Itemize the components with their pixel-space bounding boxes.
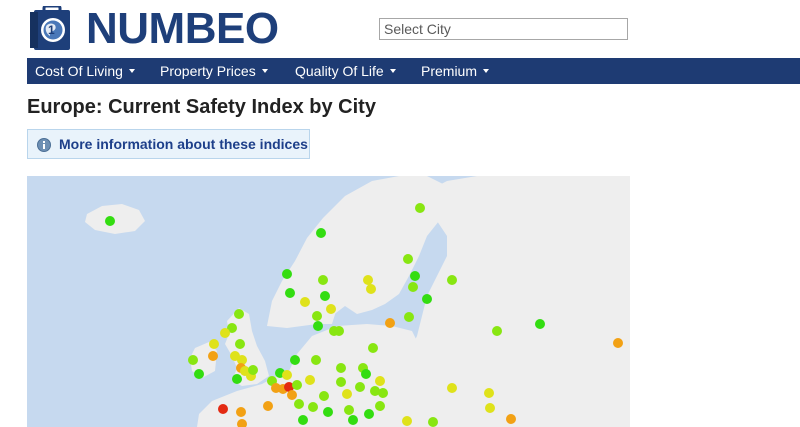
city-marker[interactable] (613, 338, 623, 348)
city-marker[interactable] (402, 416, 412, 426)
svg-text:1: 1 (48, 23, 55, 37)
map-canvas[interactable] (27, 176, 630, 427)
city-marker[interactable] (375, 401, 385, 411)
city-marker[interactable] (428, 417, 438, 427)
city-marker[interactable] (287, 390, 297, 400)
city-marker[interactable] (348, 415, 358, 425)
city-marker[interactable] (361, 369, 371, 379)
city-marker[interactable] (323, 407, 333, 417)
city-marker[interactable] (236, 407, 246, 417)
city-marker[interactable] (447, 383, 457, 393)
numbeo-logo[interactable]: 1 NUMBEO (28, 4, 290, 54)
city-marker[interactable] (234, 309, 244, 319)
city-marker[interactable] (366, 284, 376, 294)
city-marker[interactable] (294, 399, 304, 409)
city-marker[interactable] (208, 351, 218, 361)
nav-item-premium[interactable]: Premium (421, 58, 490, 84)
nav-label: Premium (421, 63, 478, 79)
page-title: Europe: Current Safety Index by City (27, 96, 376, 118)
city-marker[interactable] (318, 275, 328, 285)
nav-label: Quality Of Life (295, 63, 384, 79)
city-marker[interactable] (535, 319, 545, 329)
caret-down-icon (483, 69, 490, 74)
main-navbar: Cost Of Living Property Prices Quality O… (27, 58, 800, 84)
city-marker[interactable] (385, 318, 395, 328)
site-header: 1 NUMBEO (0, 0, 800, 58)
nav-item-property-prices[interactable]: Property Prices (160, 58, 268, 84)
city-marker[interactable] (285, 288, 295, 298)
city-marker[interactable] (105, 216, 115, 226)
nav-item-cost-of-living[interactable]: Cost Of Living (35, 58, 135, 84)
safety-index-map[interactable] (27, 176, 630, 427)
city-marker[interactable] (319, 391, 329, 401)
city-marker[interactable] (364, 409, 374, 419)
city-marker[interactable] (378, 388, 388, 398)
city-marker[interactable] (422, 294, 432, 304)
city-marker[interactable] (408, 282, 418, 292)
city-marker[interactable] (404, 312, 414, 322)
nav-label: Property Prices (160, 63, 256, 79)
city-marker[interactable] (363, 275, 373, 285)
nav-item-quality-of-life[interactable]: Quality Of Life (295, 58, 396, 84)
info-box: More information about these indices (27, 129, 310, 159)
city-marker[interactable] (298, 415, 308, 425)
globe-logo-icon: 1 (30, 6, 70, 50)
caret-down-icon (128, 69, 135, 74)
city-marker[interactable] (311, 355, 321, 365)
city-marker[interactable] (320, 291, 330, 301)
city-marker[interactable] (484, 388, 494, 398)
city-marker[interactable] (355, 382, 365, 392)
city-marker[interactable] (336, 363, 346, 373)
city-marker[interactable] (305, 375, 315, 385)
city-marker[interactable] (326, 304, 336, 314)
city-marker[interactable] (336, 377, 346, 387)
city-marker[interactable] (368, 343, 378, 353)
city-marker[interactable] (263, 401, 273, 411)
city-marker[interactable] (290, 355, 300, 365)
city-marker[interactable] (410, 271, 420, 281)
city-marker[interactable] (248, 365, 258, 375)
caret-down-icon (261, 69, 268, 74)
city-marker[interactable] (282, 370, 292, 380)
city-marker[interactable] (308, 402, 318, 412)
city-marker[interactable] (403, 254, 413, 264)
city-marker[interactable] (447, 275, 457, 285)
city-marker[interactable] (282, 269, 292, 279)
city-marker[interactable] (342, 389, 352, 399)
city-marker[interactable] (492, 326, 502, 336)
city-marker[interactable] (235, 339, 245, 349)
city-marker[interactable] (344, 405, 354, 415)
city-marker[interactable] (218, 404, 228, 414)
nav-label: Cost Of Living (35, 63, 123, 79)
eastern-europe-landmass (405, 176, 630, 427)
logo-wordmark: NUMBEO (86, 4, 279, 53)
city-marker[interactable] (312, 311, 322, 321)
city-marker[interactable] (313, 321, 323, 331)
city-marker[interactable] (300, 297, 310, 307)
city-marker[interactable] (188, 355, 198, 365)
city-marker[interactable] (316, 228, 326, 238)
city-marker[interactable] (220, 328, 230, 338)
more-info-link[interactable]: More information about these indices (59, 130, 308, 158)
city-marker[interactable] (506, 414, 516, 424)
city-marker[interactable] (415, 203, 425, 213)
city-marker[interactable] (232, 374, 242, 384)
info-icon (37, 138, 51, 152)
city-marker[interactable] (375, 376, 385, 386)
city-marker[interactable] (209, 339, 219, 349)
city-marker[interactable] (334, 326, 344, 336)
caret-down-icon (389, 69, 396, 74)
city-marker[interactable] (485, 403, 495, 413)
city-marker[interactable] (292, 380, 302, 390)
city-search-input[interactable] (379, 18, 628, 40)
city-marker[interactable] (194, 369, 204, 379)
